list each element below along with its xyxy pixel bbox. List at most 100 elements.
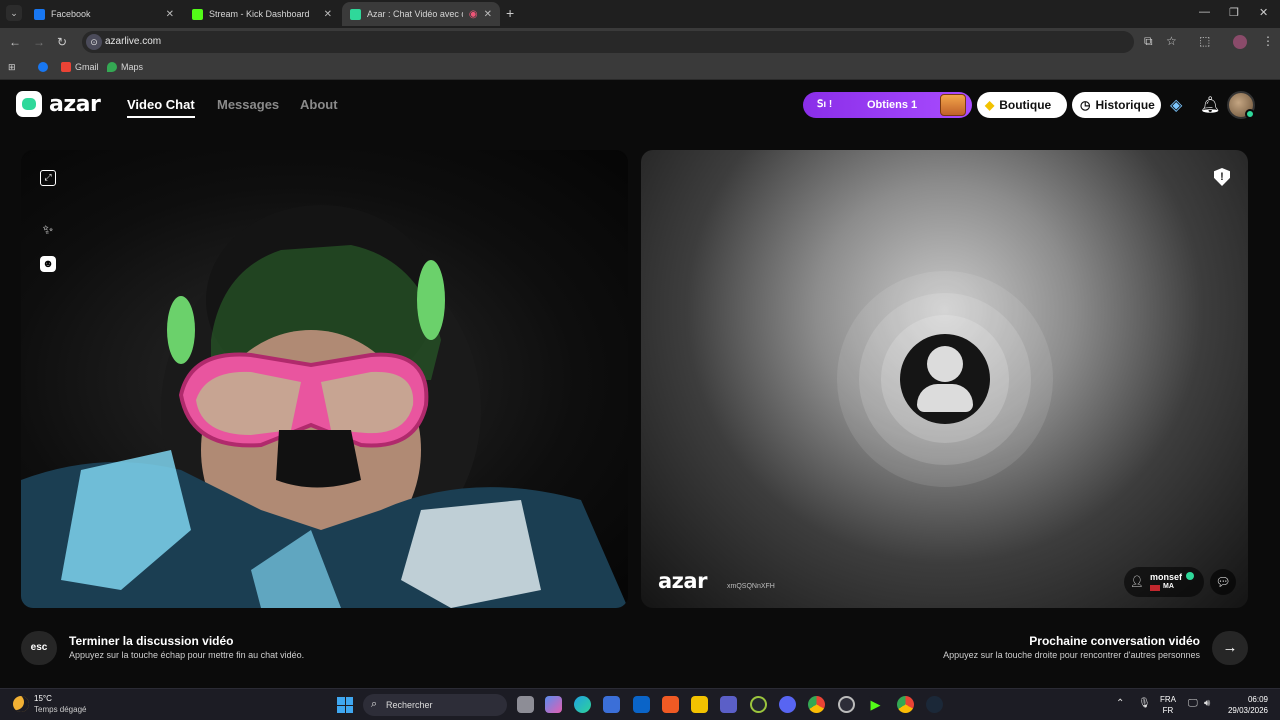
next-chat-title: Prochaine conversation vidéo — [1029, 634, 1200, 648]
diamond-icon: ◆ — [985, 98, 995, 112]
teams-icon[interactable] — [720, 696, 737, 713]
nav-video-chat[interactable]: Video Chat — [127, 97, 195, 118]
azar-logo[interactable]: azar — [16, 91, 101, 117]
history-button[interactable]: ◷ Historique — [1072, 92, 1161, 118]
network-icon[interactable]: 🖵︎ — [1188, 698, 1198, 709]
bookmarks-bar: ⊞ Gmail Maps — [0, 56, 1280, 80]
promo-scroll-text: ꓢı ! — [817, 99, 833, 110]
tab-title: Facebook — [51, 9, 91, 19]
person-icon — [927, 346, 963, 382]
expand-icon[interactable]: ⤢ — [40, 170, 56, 186]
user-icon: 👤︎ — [1130, 576, 1144, 588]
brave-icon[interactable] — [662, 696, 679, 713]
store-icon[interactable] — [603, 696, 620, 713]
partner-profile-chip[interactable]: 👤︎ monsef MA — [1124, 567, 1204, 597]
window-close-button[interactable]: ✕ — [1259, 6, 1268, 19]
system-clock[interactable]: 06:09 29/03/2026 — [1226, 694, 1268, 716]
url-field[interactable]: ⊙ azarlive.com — [82, 31, 1134, 53]
tab-kick[interactable]: Stream - Kick Dashboard ✕ — [184, 2, 340, 26]
azar-icon — [350, 8, 361, 20]
treasure-chest-icon — [940, 94, 966, 116]
forward-button[interactable]: → — [33, 35, 45, 49]
windows-start-icon[interactable] — [337, 697, 353, 713]
steam-icon[interactable] — [926, 696, 943, 713]
nav-about[interactable]: About — [300, 97, 338, 112]
kick-taskbar-icon[interactable]: ▶ — [867, 696, 884, 713]
user-avatar[interactable] — [1227, 91, 1255, 119]
outlook-icon[interactable] — [633, 696, 650, 713]
search-icon: ⌕ — [371, 698, 378, 710]
shop-button[interactable]: ◆ Boutique — [977, 92, 1067, 118]
clock-time: 06:09 — [1247, 695, 1268, 704]
file-explorer-icon[interactable] — [691, 696, 708, 713]
close-icon[interactable]: ✕ — [166, 9, 174, 20]
partner-video: ! azar xmQSQNnXFH 👤︎ monsef MA 💬︎ — [641, 150, 1248, 608]
next-chat-button[interactable]: → — [1212, 631, 1248, 665]
facebook-icon — [34, 8, 45, 20]
extensions-icon[interactable]: ⬚ — [1199, 34, 1210, 48]
discord-icon[interactable] — [779, 696, 796, 713]
face-filter-icon[interactable]: ☻ — [40, 256, 56, 272]
app-icon[interactable] — [838, 696, 855, 713]
gems-icon[interactable]: ◈ — [1170, 95, 1182, 115]
magic-wand-icon[interactable]: ✨︎ — [40, 222, 56, 238]
taskbar-search-input[interactable]: ⌕ Rechercher — [363, 694, 507, 716]
minimize-button[interactable]: — — [1199, 6, 1210, 18]
tab-azar[interactable]: Azar : Chat Vidéo avec de n ◉ ✕ — [342, 2, 500, 26]
apps-grid-icon[interactable]: ⊞ — [8, 62, 16, 73]
end-chat-button[interactable]: esc — [21, 631, 57, 665]
tray-overflow-icon[interactable]: ⌃ — [1116, 698, 1124, 709]
report-shield-icon[interactable]: ! — [1214, 168, 1230, 186]
verified-badge — [1186, 572, 1194, 580]
reload-button[interactable]: ↻ — [57, 35, 67, 49]
site-info-icon[interactable]: ⊙ — [86, 34, 102, 50]
nav-messages[interactable]: Messages — [217, 97, 279, 112]
bookmark-label: Maps — [121, 62, 144, 72]
weather-moon-icon[interactable] — [13, 696, 29, 712]
tab-title: Azar : Chat Vidéo avec de n — [367, 9, 463, 19]
bookmark-gmail[interactable]: Gmail — [61, 62, 99, 72]
partner-name: monsef — [1150, 572, 1183, 582]
edge-icon[interactable] — [574, 696, 591, 713]
cast-icon[interactable]: ⧉ — [1144, 34, 1153, 49]
new-tab-button[interactable]: + — [506, 5, 514, 21]
close-icon[interactable]: ✕ — [324, 9, 332, 20]
logo-text: azar — [49, 91, 101, 117]
recording-icon: ◉ — [468, 8, 478, 20]
maximize-button[interactable]: ❐ — [1229, 6, 1239, 19]
language-code: FRA — [1160, 695, 1176, 704]
xbox-icon[interactable] — [750, 696, 767, 713]
menu-icon[interactable]: ⋮ — [1262, 34, 1274, 48]
bookmark-maps[interactable]: Maps — [107, 62, 143, 72]
watermark-id: xmQSQNnXFH — [727, 583, 775, 590]
microphone-icon[interactable]: 🎙︎ — [1138, 698, 1151, 709]
azar-watermark: azar — [658, 569, 707, 593]
clock-date: 29/03/2026 — [1227, 706, 1268, 715]
notification-bell-icon[interactable]: 🔔︎ — [1200, 95, 1220, 115]
person-icon-body — [917, 384, 973, 412]
bookmark-label: Gmail — [75, 62, 99, 72]
chat-bubble-button[interactable]: 💬︎ — [1210, 569, 1236, 595]
partner-country: MA — [1163, 583, 1174, 590]
camera-feed-image — [21, 205, 628, 608]
language-indicator[interactable]: FRA FR — [1160, 694, 1176, 716]
chrome-profile-icon[interactable] — [897, 696, 914, 713]
copilot-icon[interactable] — [545, 696, 562, 713]
bookmark-star-icon[interactable]: ☆ — [1166, 34, 1177, 48]
promo-text: Obtiens 1 — [867, 99, 918, 111]
weather-description: Temps dégagé — [34, 705, 87, 714]
task-view-icon[interactable] — [517, 696, 534, 713]
tab-search-icon[interactable]: ⌄ — [6, 5, 22, 21]
address-bar: ← → ↻ ⊙ azarlive.com ⧉ ☆ ⬚ ⋮ — [0, 28, 1280, 56]
tab-facebook[interactable]: Facebook ✕ — [26, 2, 182, 26]
close-icon[interactable]: ✕ — [484, 9, 492, 20]
gmail-icon — [61, 62, 71, 72]
promo-banner[interactable]: ꓢı ! Obtiens 1 — [803, 92, 972, 118]
profile-avatar[interactable] — [1233, 35, 1247, 49]
back-button[interactable]: ← — [9, 35, 21, 49]
volume-icon[interactable]: 🔊︎ — [1204, 698, 1210, 709]
chrome-icon[interactable] — [808, 696, 825, 713]
bookmark-facebook[interactable] — [38, 62, 52, 72]
azar-logo-icon — [16, 91, 42, 117]
end-chat-title: Terminer la discussion vidéo — [69, 634, 234, 648]
